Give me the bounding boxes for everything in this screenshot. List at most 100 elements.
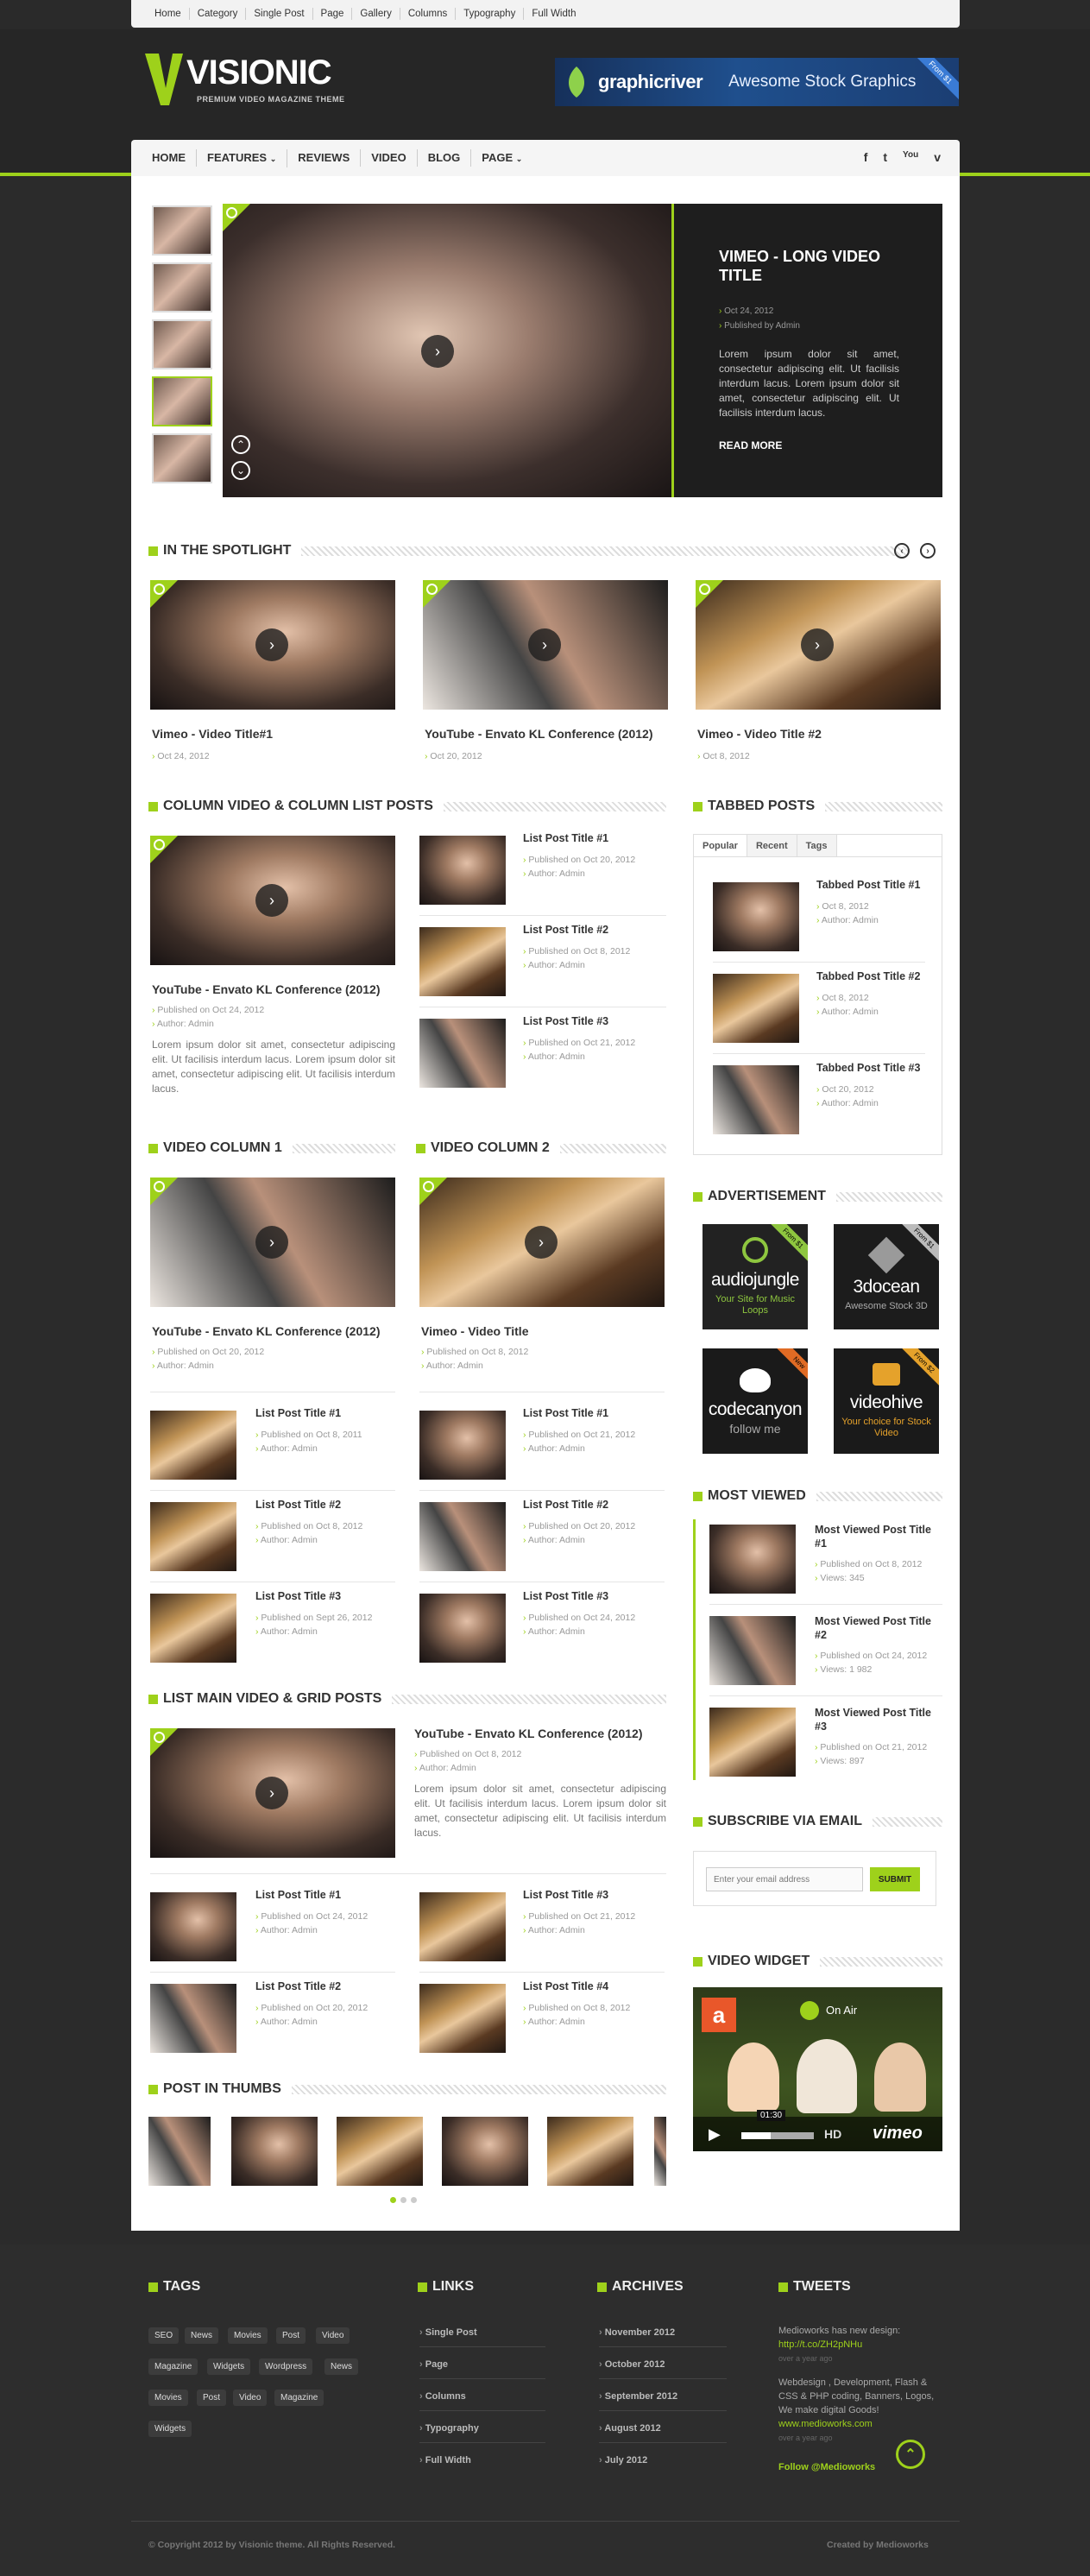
site-logo[interactable]: VISIONIC PREMIUM VIDEO MAGAZINE THEME (145, 54, 344, 105)
top-menu-page[interactable]: Page (313, 8, 353, 20)
tab-tags[interactable]: Tags (797, 835, 837, 856)
play-icon[interactable]: › (255, 884, 288, 917)
list-title[interactable]: List Post Title #1 (523, 1407, 608, 1419)
list-title[interactable]: List Post Title #2 (255, 1499, 341, 1511)
vimeo-logo[interactable]: vimeo (873, 2124, 923, 2144)
slider-title[interactable]: VIMEO - LONG VIDEO TITLE (719, 247, 899, 285)
tweet-link[interactable]: www.medioworks.com (778, 2419, 873, 2429)
list-thumb[interactable] (150, 1502, 236, 1571)
tag-link[interactable]: Post (276, 2327, 306, 2344)
arrow-up-icon[interactable]: ⌃ (231, 435, 250, 454)
grid-title[interactable]: List Post Title #4 (523, 1980, 608, 1992)
ad-codecanyon[interactable]: codecanyon follow me New (703, 1348, 808, 1454)
play-icon[interactable]: › (255, 1226, 288, 1259)
tab-popular[interactable]: Popular (694, 835, 747, 856)
column-video-title[interactable]: YouTube - Envato KL Conference (2012) (152, 982, 381, 996)
carousel-dot[interactable] (411, 2197, 417, 2203)
footer-link[interactable]: Full Width (419, 2455, 471, 2466)
video-column-1-image[interactable]: › (150, 1178, 395, 1307)
slider-thumb[interactable] (152, 262, 212, 313)
header-banner-ad[interactable]: graphicriver Awesome Stock Graphics From… (555, 58, 959, 106)
most-viewed-thumb[interactable] (709, 1616, 796, 1685)
footer-link[interactable]: Typography (419, 2423, 479, 2434)
next-arrow-icon[interactable]: › (920, 543, 936, 559)
tag-link[interactable]: Video (316, 2327, 350, 2344)
tabbed-thumb[interactable] (713, 882, 799, 951)
spotlight-image-2[interactable]: › (423, 580, 668, 710)
video-column-2-image[interactable]: › (419, 1178, 665, 1307)
list-grid-title[interactable]: YouTube - Envato KL Conference (2012) (414, 1727, 643, 1740)
grid-title[interactable]: List Post Title #2 (255, 1980, 341, 1992)
top-menu-home[interactable]: Home (147, 8, 190, 20)
play-icon[interactable]: › (255, 628, 288, 661)
play-icon[interactable]: ▶ (709, 2125, 721, 2144)
top-menu-category[interactable]: Category (190, 8, 247, 20)
video-column-2-title[interactable]: Vimeo - Video Title (421, 1324, 528, 1338)
nav-reviews[interactable]: REVIEWS (287, 149, 362, 167)
play-icon[interactable]: › (528, 628, 561, 661)
slider-thumb[interactable] (152, 433, 212, 483)
thumb-post[interactable] (547, 2117, 633, 2186)
twitter-icon[interactable]: t (883, 150, 887, 164)
grid-thumb[interactable] (419, 1984, 506, 2053)
most-viewed-thumb[interactable] (709, 1525, 796, 1594)
grid-title[interactable]: List Post Title #1 (255, 1889, 341, 1901)
list-title[interactable]: List Post Title #2 (523, 1499, 608, 1511)
list-thumb[interactable] (150, 1594, 236, 1663)
tag-link[interactable]: Magazine (274, 2390, 324, 2406)
list-title[interactable]: List Post Title #2 (523, 924, 608, 936)
carousel-dot[interactable] (390, 2197, 396, 2203)
spotlight-image-3[interactable]: › (696, 580, 941, 710)
footer-link[interactable]: Page (419, 2359, 448, 2370)
footer-link[interactable]: Columns (419, 2391, 466, 2402)
list-title[interactable]: List Post Title #3 (255, 1590, 341, 1602)
tag-link[interactable]: Widgets (207, 2358, 251, 2375)
follow-link[interactable]: Follow @Medioworks (778, 2460, 875, 2474)
slider-thumb-active[interactable] (152, 376, 212, 426)
vimeo-icon[interactable]: v (934, 150, 941, 164)
thumb-post[interactable] (337, 2117, 423, 2186)
slider-image[interactable]: › ⌃ ⌄ (223, 204, 671, 497)
top-menu-typography[interactable]: Typography (456, 8, 525, 20)
grid-thumb[interactable] (419, 1892, 506, 1961)
top-menu-single-post[interactable]: Single Post (246, 8, 313, 20)
thumb-post[interactable] (148, 2117, 211, 2186)
nav-home[interactable]: HOME (142, 149, 197, 167)
tag-link[interactable]: Movies (148, 2390, 188, 2406)
list-thumb[interactable] (419, 1594, 506, 1663)
most-viewed-thumb[interactable] (709, 1708, 796, 1777)
back-to-top-icon[interactable]: ⌃ (896, 2440, 925, 2469)
tabbed-title[interactable]: Tabbed Post Title #3 (816, 1062, 920, 1074)
column-video-image[interactable]: › (150, 836, 395, 965)
thumb-post[interactable] (654, 2117, 666, 2186)
list-thumb[interactable] (419, 836, 506, 905)
tabbed-title[interactable]: Tabbed Post Title #1 (816, 879, 920, 891)
top-menu-columns[interactable]: Columns (400, 8, 457, 20)
slider-thumb[interactable] (152, 205, 212, 256)
top-menu-gallery[interactable]: Gallery (352, 8, 400, 20)
archive-link[interactable]: July 2012 (599, 2455, 648, 2466)
play-icon[interactable]: › (801, 628, 834, 661)
list-title[interactable]: List Post Title #1 (523, 832, 608, 844)
tabbed-title[interactable]: Tabbed Post Title #2 (816, 970, 920, 982)
list-title[interactable]: List Post Title #3 (523, 1015, 608, 1027)
progress-bar[interactable] (741, 2132, 814, 2139)
nav-blog[interactable]: BLOG (418, 149, 472, 167)
tag-link[interactable]: News (185, 2327, 219, 2344)
slider-thumb[interactable] (152, 319, 212, 369)
tabbed-thumb[interactable] (713, 1065, 799, 1134)
carousel-dot[interactable] (400, 2197, 406, 2203)
archive-link[interactable]: September 2012 (599, 2391, 677, 2402)
tag-link[interactable]: Movies (228, 2327, 268, 2344)
tweet-link[interactable]: http://t.co/ZH2pNHu (778, 2339, 862, 2350)
thumb-post[interactable] (231, 2117, 318, 2186)
grid-thumb[interactable] (150, 1892, 236, 1961)
prev-arrow-icon[interactable]: ‹ (894, 543, 910, 559)
tag-link[interactable]: SEO (148, 2327, 180, 2344)
tag-link[interactable]: Video (233, 2390, 268, 2406)
list-title[interactable]: List Post Title #3 (523, 1590, 608, 1602)
tag-link[interactable]: Post (197, 2390, 227, 2406)
tab-recent[interactable]: Recent (747, 835, 797, 856)
tag-link[interactable]: Widgets (148, 2421, 192, 2437)
play-icon[interactable]: › (525, 1226, 558, 1259)
